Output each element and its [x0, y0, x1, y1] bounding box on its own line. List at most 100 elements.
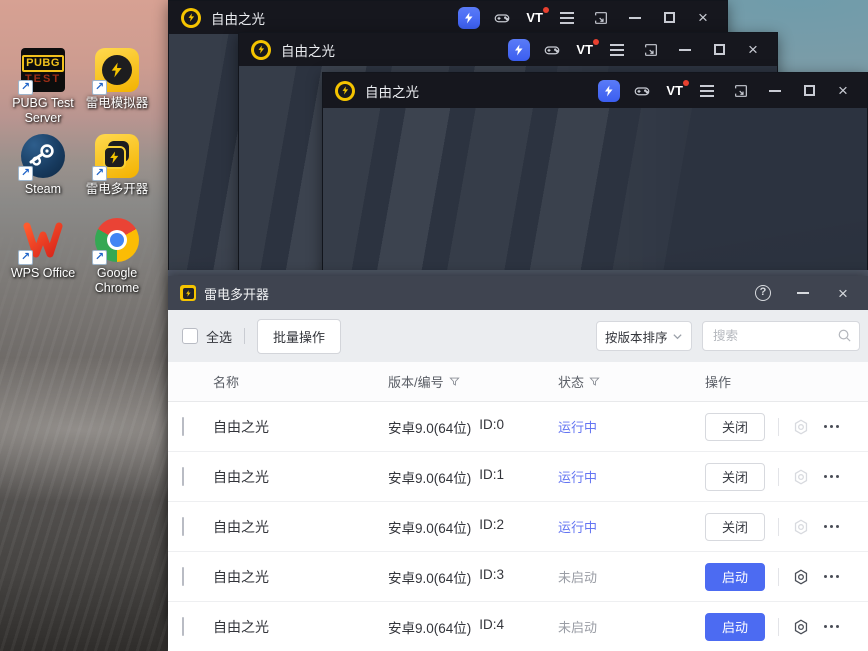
gear-icon[interactable]	[790, 466, 812, 488]
batch-operation-button[interactable]: 批量操作	[257, 318, 342, 354]
action-divider	[778, 567, 779, 586]
row-version: 安卓9.0(64位)	[388, 570, 472, 586]
row-id: ID:0	[479, 416, 505, 432]
lightning-icon	[111, 62, 122, 78]
emulator-titlebar[interactable]: 自由之光 VT ×	[169, 1, 727, 34]
row-actions: 启动	[705, 562, 868, 591]
window-title: 自由之光	[365, 84, 419, 100]
header-version: 版本/编号	[388, 372, 558, 391]
shortcut-arrow-icon: ↗	[92, 250, 107, 265]
vt-icon[interactable]: VT	[574, 38, 599, 62]
action-divider	[778, 517, 779, 536]
ld-multi-icon: ↗	[92, 134, 139, 181]
close-button[interactable]: ×	[691, 6, 715, 30]
minimize-button[interactable]	[763, 79, 787, 103]
row-action-button[interactable]: 启动	[705, 612, 765, 641]
row-checkbox[interactable]	[182, 616, 184, 636]
app-logo-icon	[180, 285, 196, 301]
row-status: 未启动	[558, 620, 598, 635]
wps-icon: ↗	[18, 218, 65, 265]
vt-icon[interactable]: VT	[524, 6, 549, 30]
instance-row: 自由之光 安卓9.0(64位) ID:0 运行中 关闭	[168, 402, 868, 452]
minimize-button[interactable]	[790, 280, 816, 306]
menu-icon[interactable]	[605, 38, 629, 62]
more-options-icon[interactable]	[824, 625, 839, 628]
gear-icon[interactable]	[790, 616, 812, 638]
sort-dropdown[interactable]: 按版本排序	[596, 321, 692, 351]
instance-row: 自由之光 安卓9.0(64位) ID:3 未启动 启动	[168, 552, 868, 602]
row-id: ID:1	[479, 466, 505, 482]
filter-icon[interactable]	[589, 376, 600, 387]
row-id: ID:2	[479, 516, 505, 532]
gamepad-icon[interactable]	[490, 6, 514, 30]
instance-row: 自由之光 安卓9.0(64位) ID:1 运行中 关闭	[168, 452, 868, 502]
emulator-titlebar[interactable]: 自由之光 VT ×	[323, 73, 867, 108]
row-status: 未启动	[558, 570, 598, 585]
row-action-button[interactable]: 关闭	[705, 462, 765, 491]
more-options-icon[interactable]	[824, 425, 839, 428]
instance-row: 自由之光 安卓9.0(64位) ID:4 未启动 启动	[168, 602, 868, 651]
instance-table-body: 自由之光 安卓9.0(64位) ID:0 运行中 关闭 自由之光 安卓9.0(64…	[168, 402, 868, 651]
desktop-icon-label: 雷电多开器	[85, 182, 149, 196]
menu-icon[interactable]	[555, 6, 579, 30]
boost-icon[interactable]	[598, 79, 621, 102]
row-version-cell: 安卓9.0(64位) ID:4	[388, 617, 558, 637]
emulator-titlebar[interactable]: 自由之光 VT ×	[239, 33, 777, 66]
row-status: 运行中	[558, 470, 598, 485]
shortcut-arrow-icon: ↗	[92, 80, 107, 95]
desktop-icon-ld-multi[interactable]: ↗ 雷电多开器	[74, 134, 160, 197]
minimize-button[interactable]	[673, 38, 697, 62]
row-version: 安卓9.0(64位)	[388, 470, 472, 486]
header-status: 状态	[558, 372, 705, 391]
desktop-icon-chrome[interactable]: ↗ Google Chrome	[74, 218, 160, 296]
shortcut-arrow-icon: ↗	[18, 166, 33, 181]
header-name: 名称	[213, 375, 240, 390]
gamepad-icon[interactable]	[630, 79, 654, 103]
help-button[interactable]: ?	[750, 280, 776, 306]
boost-icon[interactable]	[508, 38, 531, 61]
fullscreen-icon[interactable]	[589, 6, 613, 30]
row-checkbox[interactable]	[182, 416, 184, 436]
vt-icon[interactable]: VT	[664, 79, 689, 103]
close-button[interactable]: ×	[831, 79, 855, 103]
maximize-button[interactable]	[657, 6, 681, 30]
close-button[interactable]: ×	[741, 38, 765, 62]
row-action-button[interactable]: 启动	[705, 562, 765, 591]
action-divider	[778, 617, 779, 636]
more-options-icon[interactable]	[824, 525, 839, 528]
sort-dropdown-value: 按版本排序	[605, 330, 668, 345]
gamepad-icon[interactable]	[540, 38, 564, 62]
toolbar-divider	[244, 328, 246, 344]
gear-icon[interactable]	[790, 416, 812, 438]
row-version: 安卓9.0(64位)	[388, 620, 472, 636]
filter-icon[interactable]	[448, 376, 460, 387]
more-options-icon[interactable]	[824, 575, 839, 578]
row-actions: 关闭	[705, 412, 868, 441]
row-version: 安卓9.0(64位)	[388, 520, 472, 536]
row-checkbox[interactable]	[182, 566, 184, 586]
more-options-icon[interactable]	[824, 475, 839, 478]
chevron-down-icon	[673, 333, 682, 339]
desktop-icon-ldplayer[interactable]: ↗ 雷电模拟器	[74, 48, 160, 111]
maximize-button[interactable]	[797, 79, 821, 103]
shortcut-arrow-icon: ↗	[18, 250, 33, 265]
manager-titlebar[interactable]: 雷电多开器 ? ×	[168, 276, 868, 310]
row-checkbox[interactable]	[182, 516, 184, 536]
fullscreen-icon[interactable]	[729, 79, 753, 103]
row-checkbox[interactable]	[182, 466, 184, 486]
boost-icon[interactable]	[458, 6, 481, 29]
gear-icon[interactable]	[790, 566, 812, 588]
select-all-checkbox[interactable]	[182, 328, 198, 344]
maximize-button[interactable]	[707, 38, 731, 62]
row-action-button[interactable]: 关闭	[705, 412, 765, 441]
row-action-button[interactable]: 关闭	[705, 512, 765, 541]
fullscreen-icon[interactable]	[639, 38, 663, 62]
gear-icon[interactable]	[790, 516, 812, 538]
action-divider	[778, 467, 779, 486]
menu-icon[interactable]	[695, 79, 719, 103]
minimize-button[interactable]	[623, 6, 647, 30]
close-button[interactable]: ×	[830, 280, 856, 306]
row-version-cell: 安卓9.0(64位) ID:2	[388, 517, 558, 537]
steam-icon: ↗	[18, 134, 65, 181]
ldplayer-icon: ↗	[92, 48, 139, 95]
